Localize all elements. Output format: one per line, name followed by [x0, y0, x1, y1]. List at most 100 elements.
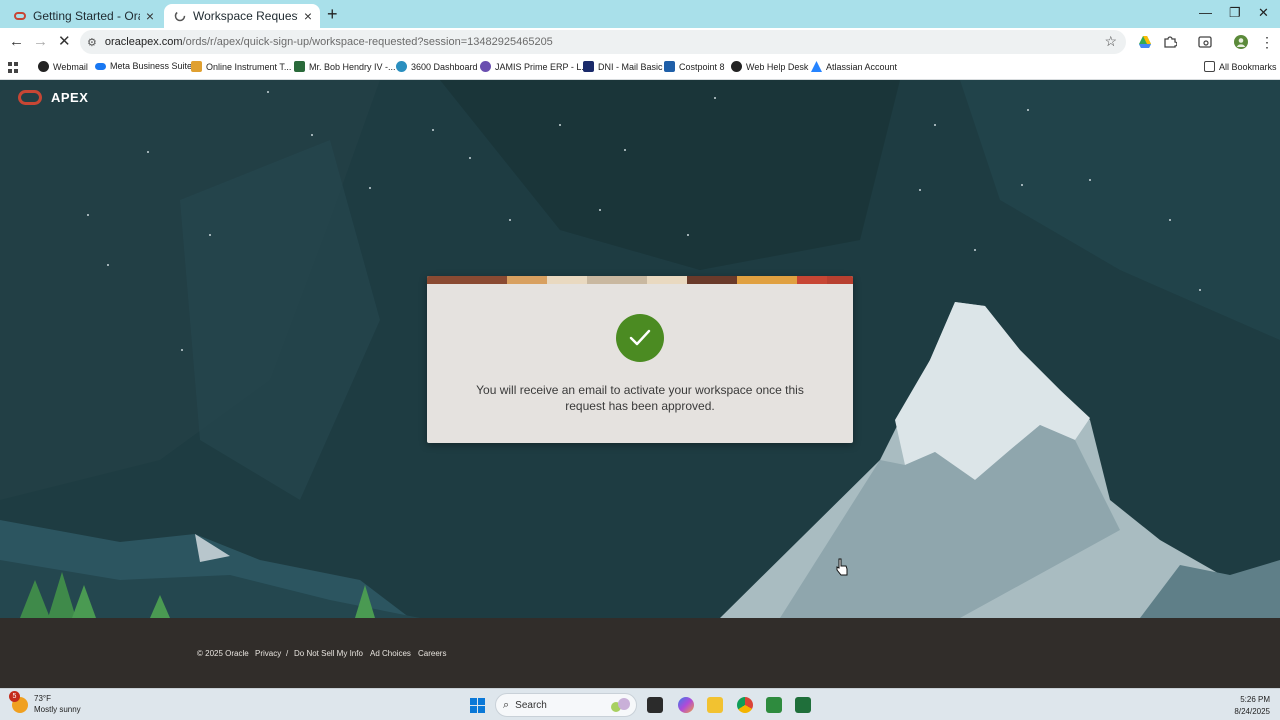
bookmark-atlassian-account[interactable]: Atlassian Account: [811, 61, 897, 72]
sun-icon: 5: [9, 691, 28, 713]
file-explorer-icon[interactable]: [707, 697, 723, 713]
extensions-icon[interactable]: [1163, 35, 1177, 49]
privacy-link[interactable]: Privacy: [255, 649, 281, 658]
dashboard-icon: [396, 61, 407, 72]
google-drive-icon[interactable]: [1138, 35, 1152, 49]
stop-loading-icon[interactable]: ✕: [58, 33, 71, 51]
task-view-icon[interactable]: [647, 697, 663, 713]
bookmark-star-icon[interactable]: ☆: [1104, 33, 1117, 50]
page-footer: © 2025 Oracle Privacy / Do Not Sell My I…: [0, 618, 1280, 688]
url-text: oracleapex.com/ords/r/apex/quick-sign-up…: [105, 36, 553, 48]
atlassian-icon: [811, 61, 822, 72]
globe-icon: [731, 61, 742, 72]
bookmark-3600-dashboard[interactable]: 3600 Dashboard: [396, 61, 478, 72]
profile-avatar-icon[interactable]: [1234, 35, 1248, 49]
close-window-icon[interactable]: ✕: [1258, 5, 1269, 21]
new-tab-button[interactable]: +: [327, 5, 338, 23]
chrome-icon[interactable]: [737, 697, 753, 713]
browser-menu-icon[interactable]: ⋮: [1260, 33, 1274, 51]
minimize-icon[interactable]: —: [1199, 5, 1212, 20]
weather-text: 73°F Mostly sunny: [34, 693, 81, 715]
bookmark-online-instrument[interactable]: Online Instrument T...: [191, 61, 291, 72]
windows-start-icon[interactable]: [470, 698, 485, 713]
browser-tab-strip: Getting Started - Oracle APEX × Workspac…: [0, 0, 1280, 28]
oracle-favicon-icon: [14, 12, 26, 20]
bookmark-label: Costpoint 8: [679, 61, 725, 72]
search-icon: ⌕: [503, 698, 510, 711]
bookmark-label: Online Instrument T...: [206, 61, 292, 72]
url-path: /ords/r/apex/quick-sign-up/workspace-req…: [182, 36, 553, 48]
ad-choices-link[interactable]: Ad Choices: [370, 649, 411, 658]
all-bookmarks-button[interactable]: All Bookmarks: [1204, 61, 1277, 72]
bookmark-label: 3600 Dashboard: [411, 61, 478, 72]
close-tab-icon[interactable]: ×: [146, 9, 154, 23]
do-not-sell-link[interactable]: Do Not Sell My Info: [294, 649, 363, 658]
weather-widget[interactable]: 5 73°F Mostly sunny: [9, 691, 81, 715]
tab-getting-started[interactable]: Getting Started - Oracle APEX ×: [4, 4, 162, 28]
search-label: Search: [515, 699, 547, 711]
windows-taskbar: 5 73°F Mostly sunny ⌕ Search 5:26 PM 8/24…: [0, 688, 1280, 720]
copyright-text: © 2025 Oracle: [197, 649, 249, 658]
instrument-icon: [191, 61, 202, 72]
bookmark-meta-business-suite[interactable]: Meta Business Suite: [95, 61, 192, 71]
confirmation-card: You will receive an email to activate yo…: [427, 276, 853, 443]
close-tab-icon[interactable]: ×: [304, 9, 312, 23]
footer-separator: /: [286, 649, 289, 658]
tab-label: Workspace Requested: [193, 9, 298, 23]
browser-toolbar: ← → ✕ ⚙ oracleapex.com/ords/r/apex/quick…: [0, 28, 1280, 56]
camtasia-icon[interactable]: [766, 697, 782, 713]
bookmark-label: Atlassian Account: [826, 61, 898, 72]
globe-icon: [38, 61, 49, 72]
decorative-banner: [427, 276, 853, 284]
bookmarks-bar: Webmail Meta Business Suite Online Instr…: [0, 56, 1280, 80]
tab-workspace-requested[interactable]: Workspace Requested ×: [164, 4, 320, 28]
bookmark-webmail[interactable]: Webmail: [38, 61, 88, 72]
bookmark-site-icon: [294, 61, 305, 72]
bookmark-label: DNI - Mail Basic: [598, 61, 663, 72]
restore-icon[interactable]: ❐: [1229, 5, 1241, 21]
page-content: APEX You will receive an email to activa…: [0, 80, 1280, 618]
bookmark-web-help-desk[interactable]: Web Help Desk: [731, 61, 808, 72]
bookmark-label: Web Help Desk: [746, 61, 809, 72]
bookmark-jamis-prime-erp[interactable]: JAMIS Prime ERP - L...: [480, 61, 589, 72]
oracle-logo-icon: [18, 90, 42, 105]
mail-icon: [583, 61, 594, 72]
careers-link[interactable]: Careers: [418, 649, 446, 658]
camtasia-recorder-icon[interactable]: [795, 697, 811, 713]
hand-pointer-icon: [836, 558, 848, 576]
address-bar[interactable]: ⚙ oracleapex.com/ords/r/apex/quick-sign-…: [80, 30, 1126, 54]
costpoint-icon: [664, 61, 675, 72]
success-check-icon: [616, 314, 664, 362]
apex-logo-text: APEX: [51, 90, 89, 105]
folder-icon: [1204, 61, 1215, 72]
url-host: oracleapex.com: [104, 36, 183, 48]
meta-icon: [95, 62, 106, 70]
clock-date: 8/24/2025: [1234, 707, 1270, 716]
system-clock[interactable]: 5:26 PM 8/24/2025: [1234, 694, 1270, 718]
back-icon[interactable]: ←: [9, 33, 24, 51]
bookmark-label: JAMIS Prime ERP - L...: [495, 61, 589, 72]
apps-grid-icon[interactable]: [8, 62, 19, 73]
confirmation-message: You will receive an email to activate yo…: [476, 383, 804, 413]
jamis-icon: [480, 61, 491, 72]
site-info-icon[interactable]: ⚙: [87, 36, 97, 49]
checkmark-icon: [629, 329, 651, 346]
notification-badge: 5: [9, 691, 20, 702]
bookmark-label: Meta Business Suite: [110, 61, 193, 71]
weather-condition: Mostly sunny: [34, 705, 81, 714]
bookmark-label: Mr. Bob Hendry IV -...: [309, 61, 396, 72]
temperature: 73°F: [34, 694, 51, 703]
forward-icon[interactable]: →: [33, 33, 48, 51]
taskbar-search[interactable]: ⌕ Search: [495, 693, 637, 717]
bookmark-bob-hendry[interactable]: Mr. Bob Hendry IV -...: [294, 61, 396, 72]
search-highlight-icon: [611, 698, 630, 712]
tab-label: Getting Started - Oracle APEX: [33, 9, 140, 23]
clock-time: 5:26 PM: [1240, 695, 1270, 704]
bookmark-label: All Bookmarks: [1219, 61, 1277, 72]
copilot-icon[interactable]: [678, 697, 694, 713]
bookmark-costpoint-8[interactable]: Costpoint 8: [664, 61, 725, 72]
tab-search-icon[interactable]: [1198, 35, 1212, 49]
bookmark-dni-mail-basic[interactable]: DNI - Mail Basic: [583, 61, 663, 72]
apex-logo[interactable]: APEX: [18, 90, 88, 105]
bookmark-label: Webmail: [53, 61, 88, 72]
